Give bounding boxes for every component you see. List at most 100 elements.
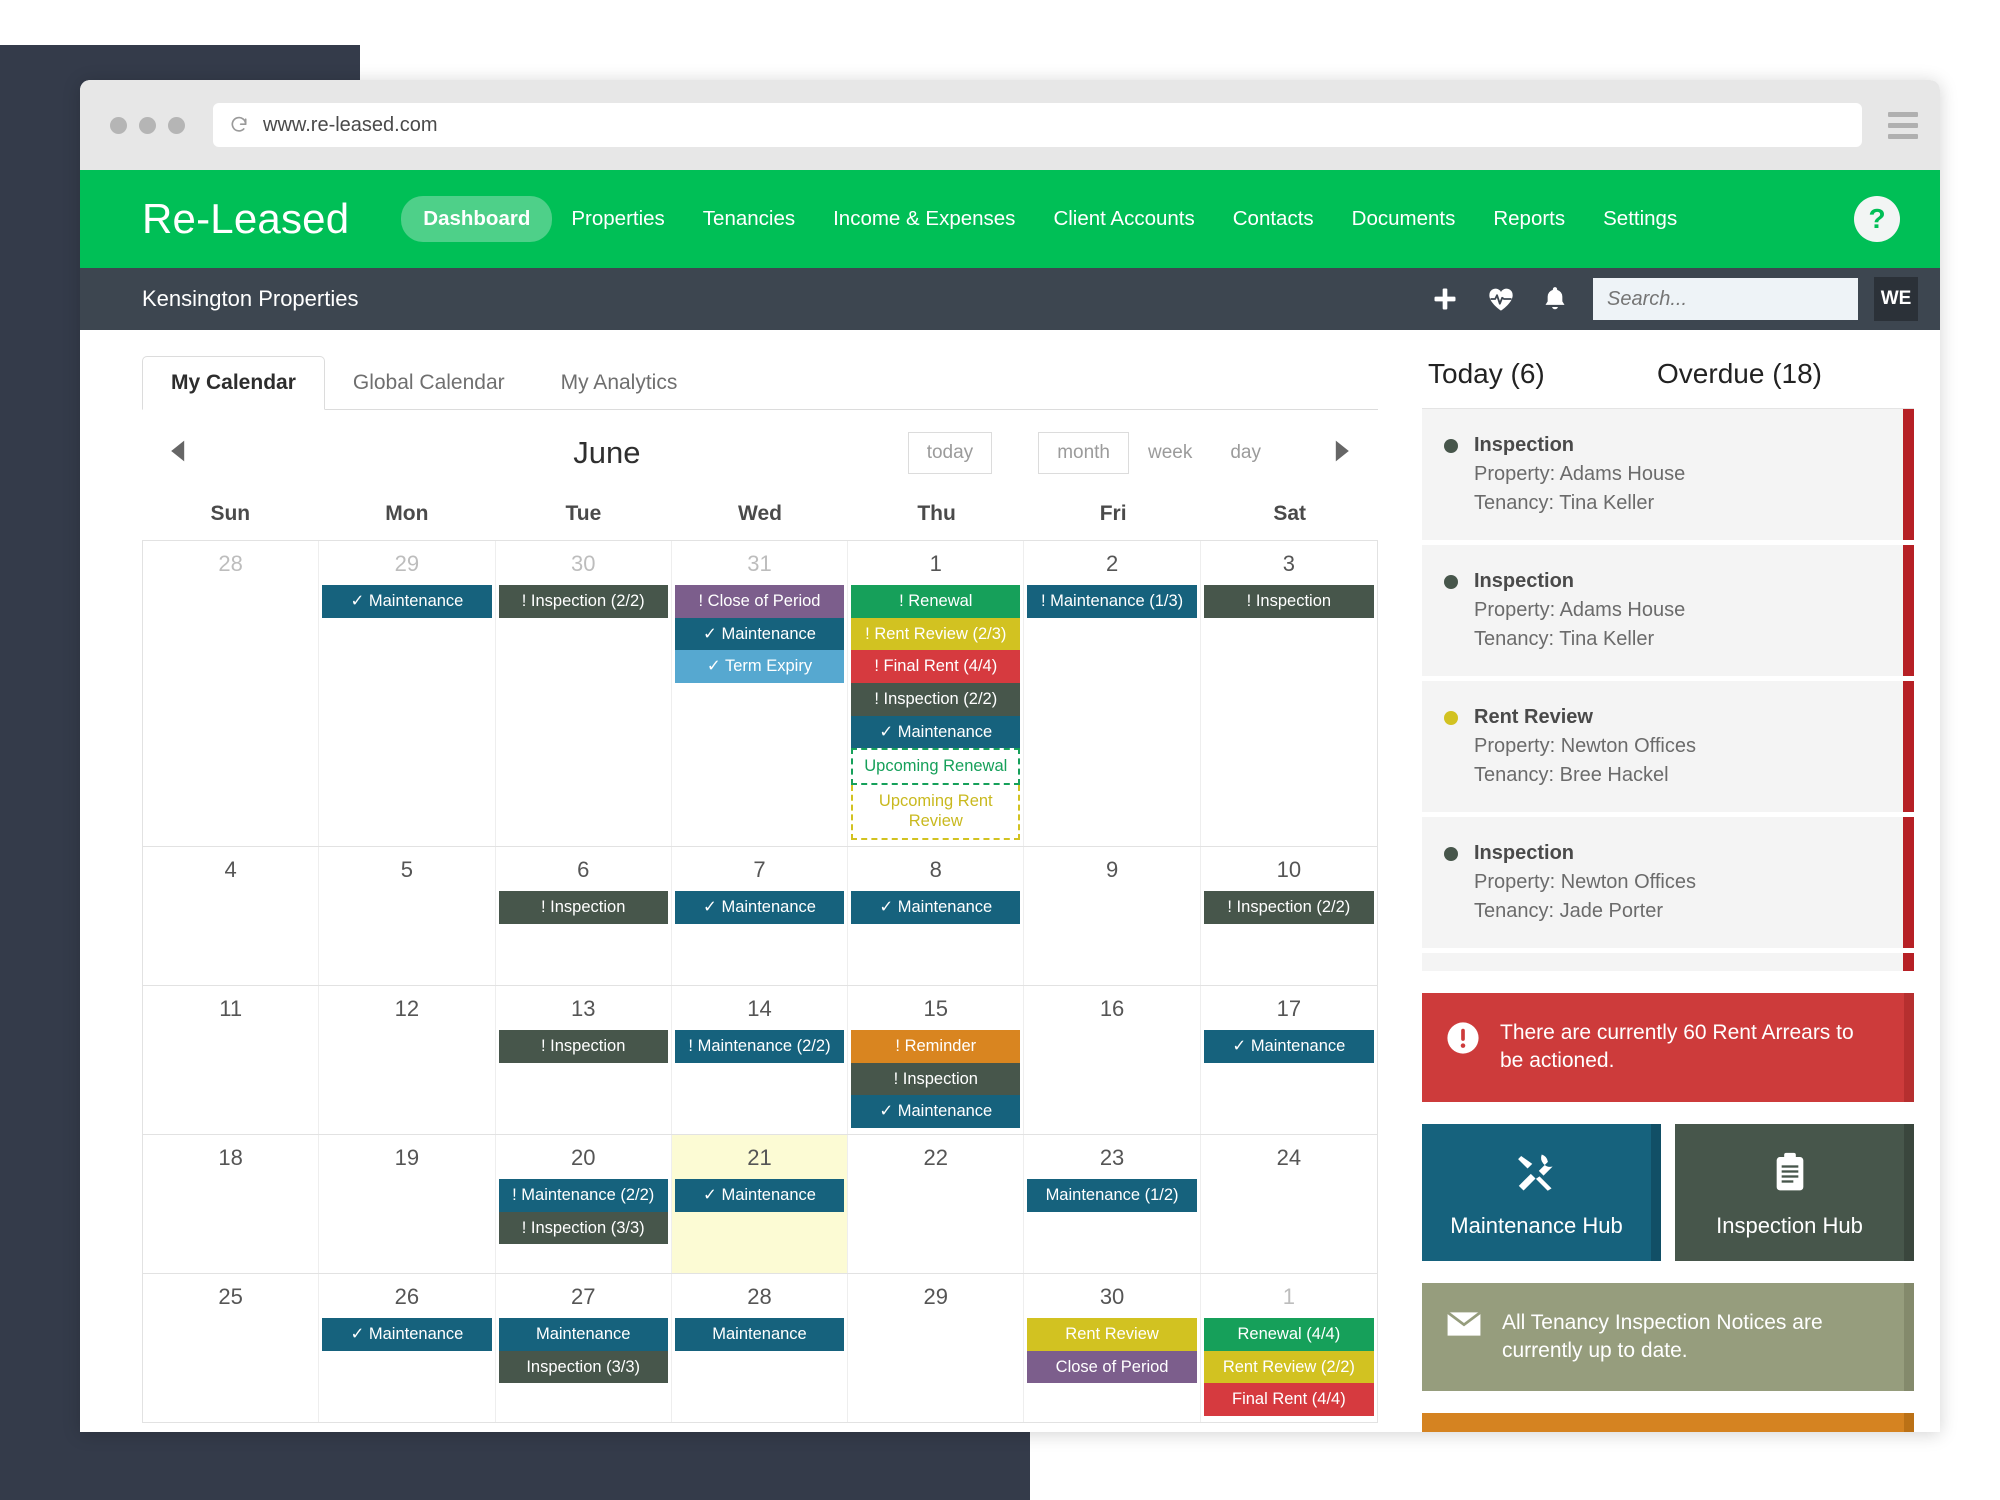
calendar-day-cell[interactable]: 31 ! Close of Period ✓ Maintenance ✓ Term E… (672, 541, 849, 846)
calendar-day-cell[interactable]: 28 (143, 541, 320, 846)
tab-global-calendar[interactable]: Global Calendar (325, 357, 533, 409)
calendar-event-chip[interactable]: ! Inspection (3/3) (498, 1211, 668, 1245)
calendar-event-chip[interactable]: ! Rent Review (2/3) (851, 617, 1021, 651)
task-list-partial-row[interactable] (1422, 953, 1914, 971)
calendar-day-cell[interactable]: 8 ✓ Maintenance (848, 847, 1025, 985)
help-icon[interactable]: ? (1854, 196, 1900, 242)
calendar-event-chip[interactable]: ✓ Maintenance (322, 1317, 492, 1351)
nav-item-settings[interactable]: Settings (1584, 207, 1696, 231)
calendar-day-cell[interactable]: 28 Maintenance (672, 1273, 849, 1422)
calendar-event-chip[interactable]: ! Inspection (498, 891, 668, 924)
minimize-button-dot[interactable] (139, 116, 156, 134)
calendar-event-chip[interactable]: ✓ Maintenance (851, 891, 1021, 924)
nav-item-tenancies[interactable]: Tenancies (684, 207, 814, 231)
calendar-day-cell[interactable]: 23 Maintenance (1/2) (1024, 1134, 1201, 1273)
tab-my-analytics[interactable]: My Analytics (533, 357, 706, 409)
calendar-event-chip[interactable]: ! Reminder (851, 1030, 1021, 1063)
calendar-day-cell[interactable]: 1 ! Renewal! Rent Review (2/3)! Final Ren… (848, 541, 1025, 846)
calendar-event-chip[interactable]: ! Inspection (2/2) (1203, 891, 1374, 924)
calendar-day-cell[interactable]: 17 ✓ Maintenance (1201, 986, 1377, 1134)
calendar-event-chip[interactable]: ! Final Rent (4/4) (851, 650, 1021, 683)
calendar-event-chip[interactable]: ! Inspection (851, 1062, 1021, 1096)
calendar-event-chip[interactable]: Maintenance (1/2) (1027, 1178, 1197, 1212)
calendar-event-chip[interactable]: Inspection (3/3) (498, 1350, 668, 1384)
task-item[interactable]: Rent Review Property: Newton Offices Tenan… (1422, 681, 1914, 812)
calendar-day-cell[interactable]: 4 (143, 847, 320, 985)
calendar-event-chip[interactable]: Maintenance (498, 1317, 668, 1351)
calendar-day-cell[interactable]: 24 (1201, 1135, 1377, 1273)
calendar-day-cell[interactable]: 22 (848, 1134, 1025, 1273)
calendar-day-cell[interactable]: 9 (1024, 847, 1201, 985)
calendar-day-cell[interactable]: 21 ✓ Maintenance (671, 1134, 849, 1273)
nav-item-reports[interactable]: Reports (1474, 207, 1584, 231)
calendar-day-cell[interactable]: 18 (143, 1134, 320, 1273)
nav-item-properties[interactable]: Properties (552, 207, 683, 231)
calendar-event-chip[interactable]: Maintenance (674, 1317, 845, 1351)
calendar-event-chip[interactable]: ! Maintenance (2/2) (674, 1030, 845, 1063)
overdue-count-label[interactable]: Overdue (18) (1657, 358, 1822, 390)
calendar-event-chip[interactable]: Final Rent (4/4) (1203, 1383, 1374, 1416)
calendar-day-cell[interactable]: 14 ! Maintenance (2/2) (672, 986, 849, 1134)
calendar-day-cell[interactable]: 16 (1024, 986, 1201, 1134)
calendar-day-cell[interactable]: 27 Maintenance Inspection (3/3) (496, 1273, 672, 1422)
calendar-day-cell[interactable]: 11 (143, 986, 320, 1134)
calendar-day-cell[interactable]: 2 ! Maintenance (1/3) (1024, 541, 1201, 846)
maximize-button-dot[interactable] (168, 116, 185, 134)
nav-item-documents[interactable]: Documents (1333, 207, 1475, 231)
calendar-event-chip[interactable]: ✓ Maintenance (851, 715, 1021, 749)
task-item[interactable]: Inspection Property: Adams House Tenancy: … (1422, 409, 1914, 540)
calendar-event-chip[interactable]: ✓ Maintenance (322, 585, 492, 618)
view-month-button[interactable]: month (1038, 432, 1129, 474)
reload-icon[interactable] (229, 115, 249, 135)
calendar-day-cell[interactable]: 12 (319, 986, 496, 1134)
nav-item-dashboard[interactable]: Dashboard (401, 196, 553, 242)
calendar-event-chip[interactable]: ✓ Maintenance (674, 617, 845, 651)
calendar-day-cell[interactable]: 19 (319, 1134, 496, 1273)
calendar-day-cell[interactable]: 30 ! Inspection (2/2) (496, 541, 672, 846)
task-item[interactable]: Inspection Property: Adams House Tenancy: … (1422, 545, 1914, 676)
user-avatar[interactable]: WE (1874, 277, 1918, 321)
calendar-day-cell[interactable]: 1 Renewal (4/4) Rent Review (2/2) Final Ren… (1201, 1274, 1377, 1422)
calendar-event-chip[interactable]: ✓ Term Expiry (674, 650, 845, 683)
close-button-dot[interactable] (110, 116, 127, 134)
calendar-day-cell[interactable]: 15 ! Reminder! Inspection ✓ Maintenance (848, 986, 1025, 1134)
calendar-event-chip[interactable]: ✓ Maintenance (851, 1095, 1021, 1128)
calendar-event-chip[interactable]: Upcoming Renewal (851, 748, 1021, 785)
calendar-event-chip[interactable]: Upcoming Rent Review (851, 784, 1021, 840)
next-arrow-icon[interactable] (1314, 430, 1368, 477)
inspection-notices-card[interactable]: All Tenancy Inspection Notices are curre… (1422, 1282, 1914, 1392)
calendar-day-cell[interactable]: 20 ! Maintenance (2/2)! Inspection (3/3) (496, 1134, 672, 1273)
calendar-event-chip[interactable]: ! Inspection (2/2) (851, 682, 1021, 716)
calendar-day-cell[interactable]: 6 ! Inspection (496, 847, 672, 985)
inspection-hub-button[interactable]: Inspection Hub (1675, 1123, 1914, 1261)
calendar-event-chip[interactable]: Rent Review (1027, 1317, 1197, 1351)
task-item[interactable]: Inspection Property: Newton Offices Tenanc… (1422, 817, 1914, 948)
calendar-event-chip[interactable]: Close of Period (1027, 1350, 1197, 1384)
calendar-day-cell[interactable]: 29 (848, 1273, 1025, 1422)
calendar-day-cell[interactable]: 5 (319, 847, 496, 985)
search-input[interactable] (1593, 278, 1858, 320)
calendar-day-cell[interactable]: 13 ! Inspection (496, 986, 672, 1134)
brand-logo[interactable]: Re-Leased (142, 195, 349, 243)
calendar-event-chip[interactable]: ! Close of Period (674, 585, 845, 618)
calendar-event-chip[interactable]: ! Inspection (2/2) (498, 585, 668, 618)
calendar-day-cell[interactable]: 10 ! Inspection (2/2) (1201, 847, 1377, 985)
nav-item-contacts[interactable]: Contacts (1214, 207, 1333, 231)
calendar-event-chip[interactable]: ! Maintenance (1/3) (1027, 585, 1197, 618)
calendar-day-cell[interactable]: 30 Rent Review Close of Period (1024, 1273, 1201, 1422)
calendar-event-chip[interactable]: ! Inspection (1203, 585, 1374, 618)
calendar-event-chip[interactable]: Rent Review (2/2) (1203, 1350, 1374, 1384)
calendar-event-chip[interactable]: ! Inspection (498, 1030, 668, 1063)
calendar-event-chip[interactable]: Renewal (4/4) (1203, 1317, 1374, 1351)
calendar-event-chip[interactable]: ✓ Maintenance (674, 891, 845, 924)
calendar-event-chip[interactable]: ! Maintenance (2/2) (498, 1178, 668, 1212)
my-reminders-card[interactable]: My Reminders - create, update, view (1422, 1413, 1914, 1432)
calendar-day-cell[interactable]: 25 (143, 1273, 320, 1422)
window-controls[interactable] (110, 116, 185, 134)
calendar-day-cell[interactable]: 3 ! Inspection (1201, 541, 1377, 846)
view-day-button[interactable]: day (1211, 432, 1280, 474)
nav-item-income-expenses[interactable]: Income & Expenses (814, 207, 1034, 231)
calendar-event-chip[interactable]: ✓ Maintenance (1203, 1030, 1374, 1063)
calendar-event-chip[interactable]: ! Renewal (851, 585, 1021, 618)
calendar-event-chip[interactable]: ✓ Maintenance (674, 1178, 845, 1212)
